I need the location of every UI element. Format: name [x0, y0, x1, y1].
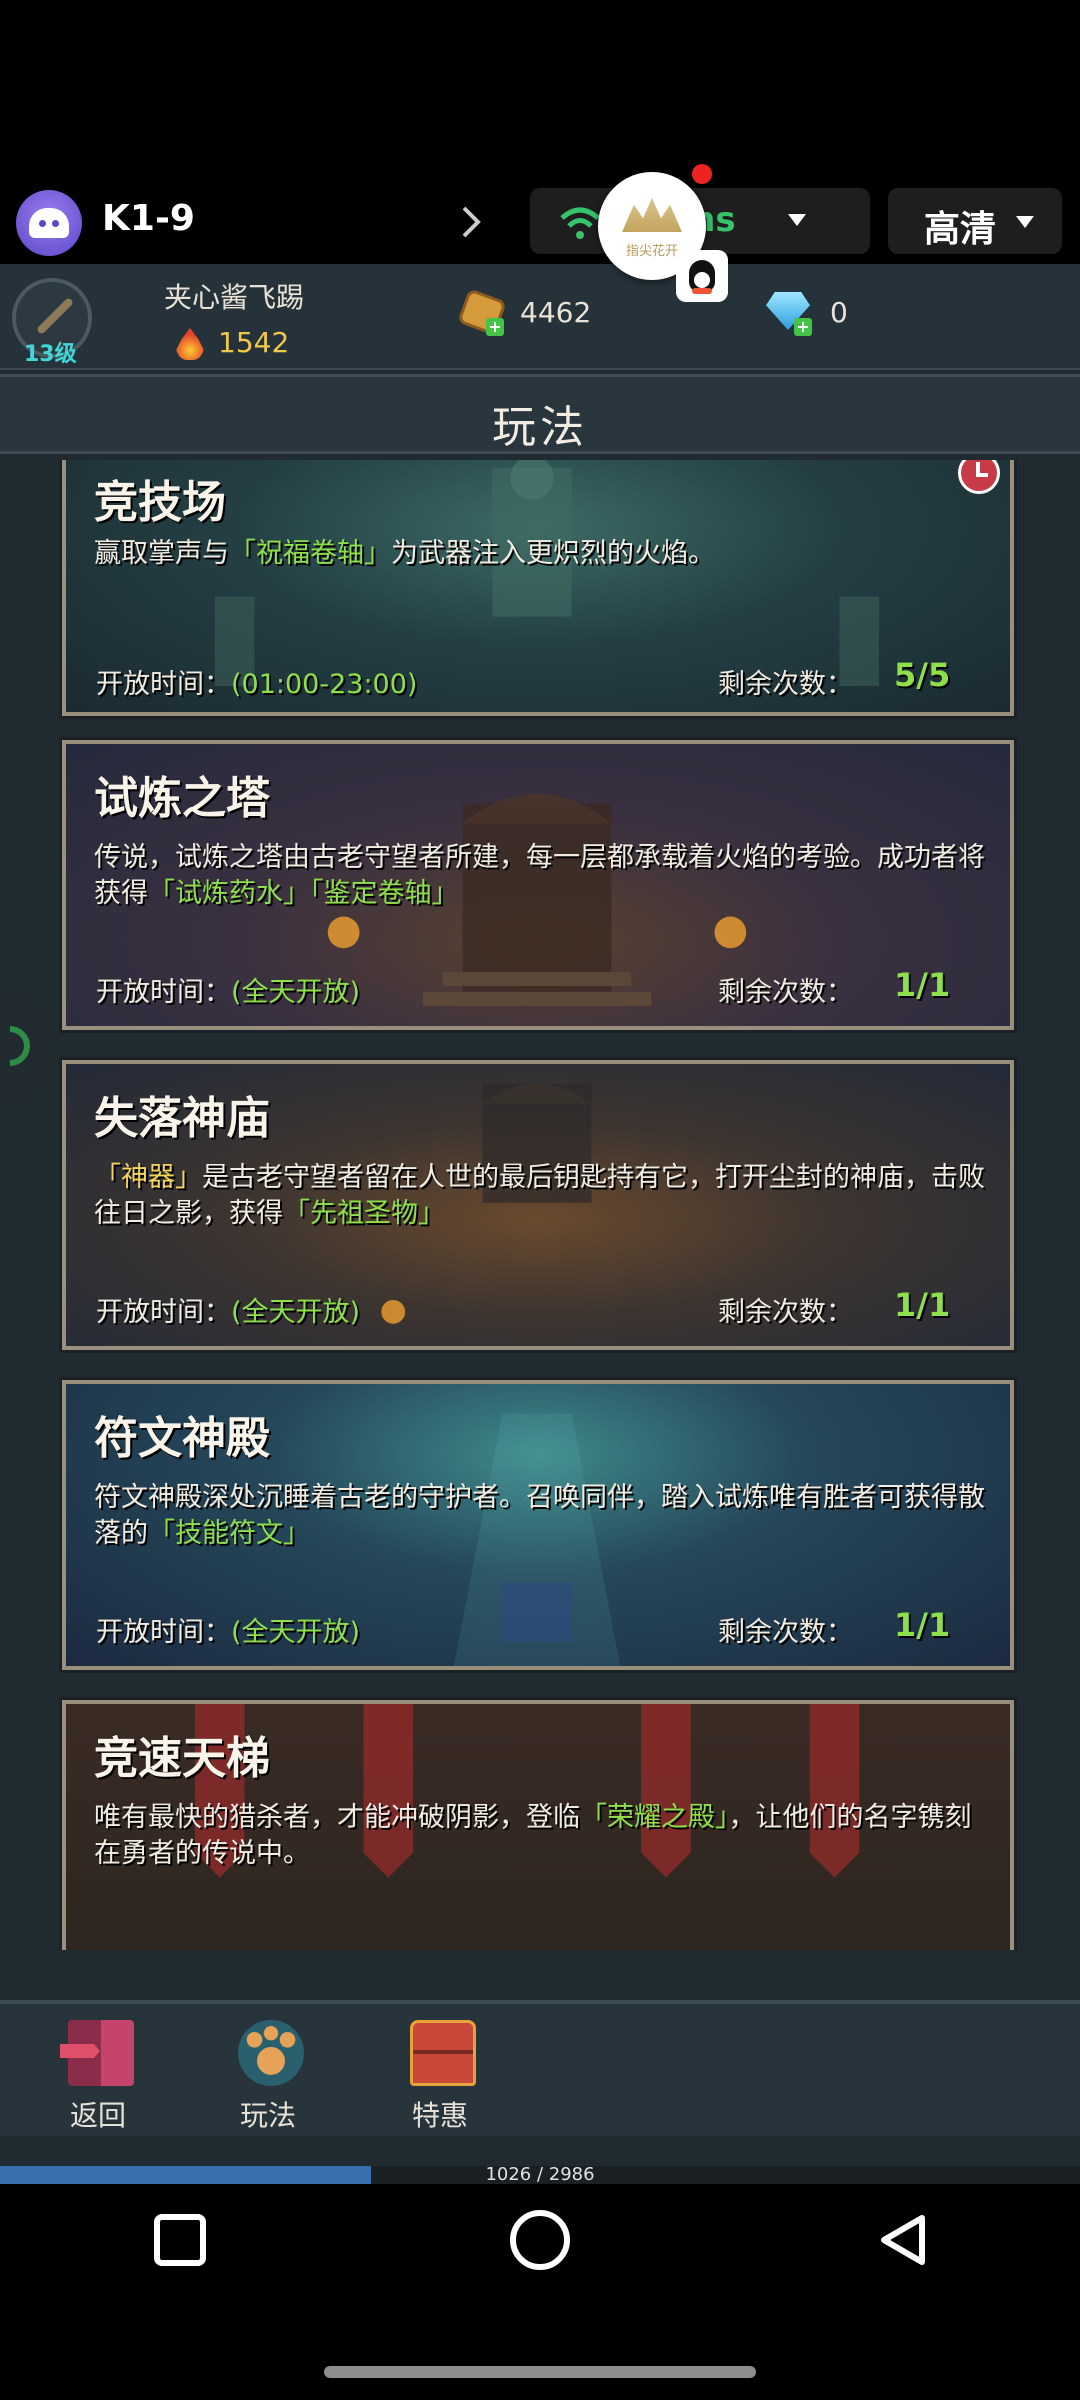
diamond-add-button[interactable]: + [794, 318, 812, 336]
card-description: 「神器」是古老守望者留在人世的最后钥匙持有它，打开尘封的神庙，击败往日之影，获得… [94, 1162, 985, 1229]
fire-icon [176, 328, 204, 360]
quality-dropdown[interactable]: 高清 [888, 188, 1062, 254]
game-id-label: K1-9 [102, 198, 195, 239]
remaining-count: 1/1 [894, 1606, 951, 1644]
logo-mark-icon [622, 198, 682, 232]
section-title: 玩法 [492, 402, 588, 453]
nav-label: 返回 [69, 2099, 126, 2132]
quality-label: 高清 [924, 209, 997, 250]
card-title: 竞速天梯 [94, 1733, 270, 1784]
open-time: 开放时间：(全天开放) [96, 1617, 361, 1648]
open-time: 开放时间：(全天开放) [96, 1297, 361, 1328]
card-title: 符文神殿 [94, 1413, 270, 1464]
caret-down-icon [1016, 216, 1034, 228]
status-bar [0, 0, 1080, 180]
nav-label: 特惠 [411, 2099, 468, 2132]
remaining-label: 剩余次数： [718, 1617, 853, 1648]
mode-list[interactable]: 竞技场 赢取掌声与「祝福卷轴」为武器注入更炽烈的火焰。 开放时间：(01:00-… [0, 460, 1080, 1950]
open-time: 开放时间：(01:00-23:00) [96, 669, 418, 700]
card-description: 赢取掌声与「祝福卷轴」为武器注入更炽烈的火焰。 [94, 538, 715, 569]
paw-icon [238, 2020, 304, 2086]
caret-down-icon [788, 214, 806, 226]
card-description: 符文神殿深处沉睡着古老的守护者。召唤同伴，踏入试炼唯有胜者可获得散落的「技能符文… [94, 1482, 985, 1549]
nav-play-button[interactable]: 玩法 [208, 2014, 328, 2138]
wifi-icon [0, 1017, 39, 1075]
home-indicator[interactable] [324, 2366, 756, 2378]
player-level: 13级 [24, 342, 77, 367]
remaining-count: 1/1 [894, 1286, 951, 1324]
card-description: 唯有最快的猎杀者，才能冲破阴影，登临「荣耀之殿」，让他们的名字镌刻在勇者的传说中… [94, 1802, 972, 1869]
back-triangle-icon[interactable] [876, 2212, 932, 2268]
cloud-gaming-bar: K1-9 ms 高清 [0, 180, 1080, 264]
card-title: 失落神庙 [94, 1093, 270, 1144]
mode-card-trial-tower[interactable]: 试炼之塔 传说，试炼之塔由古老守望者所建，每一层都承载着火焰的考验。成功者将获得… [62, 740, 1014, 1030]
home-button[interactable] [510, 2210, 570, 2270]
game-screen: 13级 夹心酱飞踢 1542 + 4462 + 0 玩法 竞技场 赢取掌声与「祝… [0, 264, 1080, 2184]
mode-card-speed-ladder[interactable]: 竞速天梯 唯有最快的猎杀者，才能冲破阴影，登临「荣耀之殿」，让他们的名字镌刻在勇… [62, 1700, 1014, 1950]
remaining-label: 剩余次数： [718, 977, 853, 1008]
nav-label: 玩法 [239, 2099, 296, 2132]
mode-card-rune-temple[interactable]: 符文神殿 符文神殿深处沉睡着古老的守护者。召唤同伴，踏入试炼唯有胜者可获得散落的… [62, 1380, 1014, 1670]
section-header: 玩法 [0, 374, 1080, 454]
open-time: 开放时间：(全天开放) [96, 977, 361, 1008]
power-value: 1542 [218, 326, 290, 359]
player-info-bar: 13级 夹心酱飞踢 1542 + 4462 + 0 [0, 264, 1080, 370]
loading-progress-bar: 1026 / 2986 [0, 2164, 1080, 2184]
wifi-icon [560, 207, 600, 239]
progress-text: 1026 / 2986 [485, 2164, 595, 2184]
qq-icon[interactable] [676, 250, 728, 302]
remaining-label: 剩余次数： [718, 1297, 853, 1328]
remaining-label: 剩余次数： [718, 669, 853, 700]
player-name: 夹心酱飞踢 [164, 281, 305, 314]
mode-card-lost-temple[interactable]: 失落神庙 「神器」是古老守望者留在人世的最后钥匙持有它，打开尘封的神庙，击败往日… [62, 1060, 1014, 1350]
gold-value: 4462 [520, 296, 592, 329]
diamond-value: 0 [830, 296, 848, 329]
card-title: 试炼之塔 [94, 773, 270, 824]
nav-deals-button[interactable]: 特惠 [380, 2014, 500, 2138]
exit-door-icon [68, 2020, 134, 2086]
card-title: 竞技场 [94, 477, 226, 528]
treasure-chest-icon [410, 2020, 476, 2086]
mode-card-arena[interactable]: 竞技场 赢取掌声与「祝福卷轴」为武器注入更炽烈的火焰。 开放时间：(01:00-… [62, 460, 1014, 716]
remaining-count: 5/5 [894, 656, 951, 694]
app-avatar-icon[interactable] [16, 190, 82, 256]
card-description: 传说，试炼之塔由古老守望者所建，每一层都承载着火焰的考验。成功者将获得「试炼药水… [94, 842, 985, 909]
android-navigation-bar [0, 2184, 1080, 2400]
bottom-nav: 返回 玩法 特惠 [0, 2000, 1080, 2136]
nav-back-button[interactable]: 返回 [38, 2014, 158, 2138]
gold-add-button[interactable]: + [486, 318, 504, 336]
remaining-count: 1/1 [894, 966, 951, 1004]
feather-icon [35, 296, 75, 336]
notification-dot [692, 164, 712, 184]
chevron-right-icon[interactable] [456, 202, 486, 242]
recent-apps-button[interactable] [154, 2214, 206, 2266]
